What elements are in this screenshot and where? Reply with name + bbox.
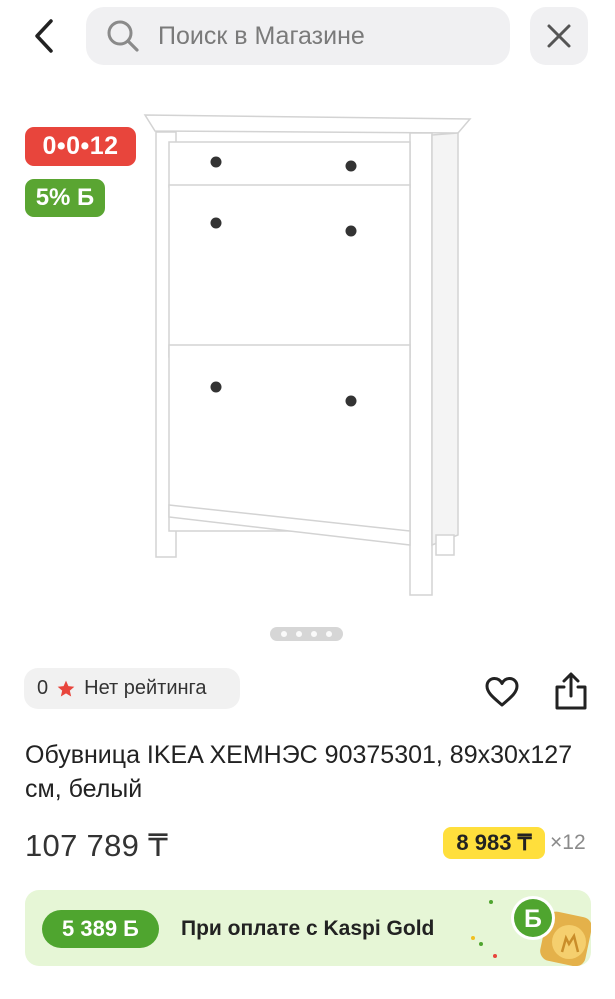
search-icon [106, 19, 140, 53]
back-icon [35, 19, 53, 53]
rating-label: Нет рейтинга [84, 677, 207, 699]
close-icon [547, 24, 571, 48]
svg-text:Ƃ: Ƃ [524, 905, 542, 933]
pager-dot[interactable] [326, 631, 333, 637]
share-icon [555, 672, 587, 710]
search-bar[interactable] [86, 7, 510, 65]
pager-dot[interactable] [311, 631, 318, 637]
star-icon [57, 680, 75, 696]
kaspi-bonus-icon: Ƃ [471, 896, 591, 966]
installment-months: ×12 [550, 831, 586, 854]
image-pager[interactable] [270, 627, 343, 641]
back-button[interactable] [22, 14, 66, 58]
rating-count: 0 [37, 677, 49, 699]
monthly-payment[interactable]: 8 983 ₸ [443, 827, 545, 859]
pager-dot[interactable] [295, 631, 302, 637]
gold-banner-text: При оплате с Kaspi Gold [181, 917, 435, 940]
share-button[interactable] [551, 670, 591, 712]
rating-chip[interactable]: 0 Нет рейтинга [24, 668, 240, 709]
kaspi-gold-banner[interactable]: 5 389 Ƃ При оплате с Kaspi Gold Ƃ [25, 890, 591, 966]
favorite-button[interactable] [482, 672, 522, 712]
search-input[interactable] [158, 21, 488, 51]
pager-dot[interactable] [280, 631, 287, 637]
product-title: Обувница IKEA ХЕМНЭС 90375301, 89х30х127… [25, 741, 573, 803]
bonus-badge: 5% Ƃ [25, 179, 105, 217]
installment-badge: 0•0•12 [25, 127, 136, 166]
product-price: 107 789 ₸ [25, 828, 169, 863]
close-button[interactable] [530, 7, 588, 65]
product-image[interactable] [140, 105, 480, 605]
heart-icon [485, 677, 519, 707]
gold-bonus-amount: 5 389 Ƃ [42, 910, 159, 948]
